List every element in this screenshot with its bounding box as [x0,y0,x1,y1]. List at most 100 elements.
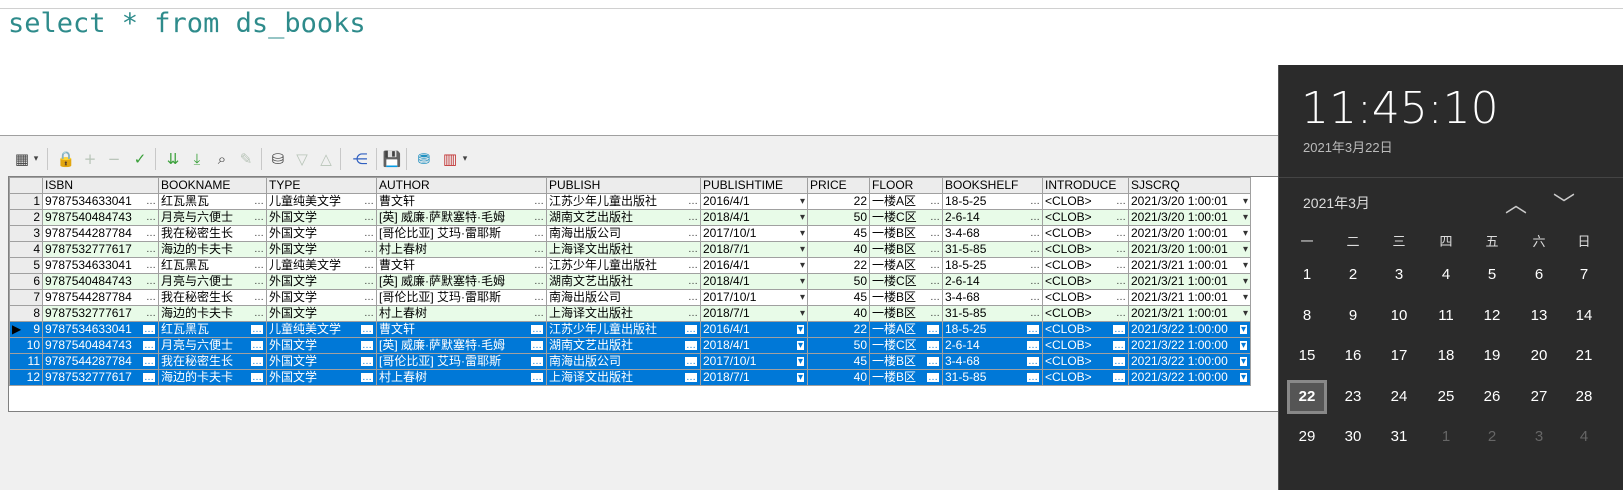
ellipsis-edit-icon[interactable]: … [254,211,264,225]
cell-shelf[interactable]: 18-5-25… [942,193,1043,210]
cell-name[interactable]: 红瓦黑瓦… [158,257,267,274]
cell-intro[interactable]: <CLOB>… [1042,209,1129,226]
ellipsis-edit-icon[interactable]: … [146,195,156,209]
cell-date[interactable]: 2021/3/21 1:00:01 ▾ [1128,273,1251,290]
cell-shelf[interactable]: 31-5-85… [942,369,1043,386]
cell-type[interactable]: 儿童纯美文学… [266,193,377,210]
grid-view-icon[interactable]: ▦ [12,149,32,169]
cell-name[interactable]: 我在秘密生长… [158,225,267,242]
ellipsis-edit-icon[interactable]: … [688,275,698,289]
calendar-day[interactable]: 5 [1472,258,1512,292]
cell-intro[interactable]: <CLOB>… [1042,193,1129,210]
ellipsis-edit-icon[interactable]: … [534,195,544,209]
cell-intro[interactable]: <CLOB>… [1042,337,1129,354]
dropdown-icon[interactable]: ▾ [795,340,805,351]
calendar-day[interactable]: 2 [1472,420,1512,454]
cell-publish[interactable]: 湖南文艺出版社… [546,337,701,354]
cell-floor[interactable]: 一楼A区… [869,257,943,274]
sql-text[interactable]: select * from ds_books [8,8,366,39]
save-icon[interactable]: 💾 [382,149,402,169]
cell-floor[interactable]: 一楼B区… [869,353,943,370]
cell-floor[interactable]: 一楼C区… [869,273,943,290]
ellipsis-edit-icon[interactable]: … [360,324,374,335]
ellipsis-edit-icon[interactable]: … [688,227,698,241]
cell-floor[interactable]: 一楼C区… [869,209,943,226]
ellipsis-edit-icon[interactable]: … [534,227,544,241]
cell-price[interactable]: 40 [807,305,870,322]
dropdown-icon[interactable]: ▾ [1238,356,1248,367]
ellipsis-edit-icon[interactable]: … [146,227,156,241]
cell-publish[interactable]: 湖南文艺出版社… [546,273,701,290]
column-header[interactable]: ISBN [42,177,159,194]
dropdown-icon[interactable]: ▾ [1238,372,1248,383]
calendar-day[interactable]: 26 [1472,380,1512,414]
ellipsis-edit-icon[interactable]: … [1116,307,1126,321]
calendar-day[interactable]: 3 [1379,258,1419,292]
cell-intro[interactable]: <CLOB>… [1042,321,1129,338]
cell-price[interactable]: 22 [807,257,870,274]
ellipsis-edit-icon[interactable]: … [684,356,698,367]
ellipsis-edit-icon[interactable]: … [1026,372,1040,383]
chart-dropdown-icon[interactable]: ▾ [460,149,470,169]
calendar-day[interactable]: 18 [1426,339,1466,373]
cell-name[interactable]: 月亮与六便士… [158,337,267,354]
dropdown-icon[interactable]: ▾ [800,195,805,209]
ellipsis-edit-icon[interactable]: … [364,259,374,273]
cell-shelf[interactable]: 3-4-68… [942,289,1043,306]
calendar-day[interactable]: 2 [1333,258,1373,292]
chevron-down-icon[interactable]: ﹀ [1553,187,1575,219]
cell-intro[interactable]: <CLOB>… [1042,273,1129,290]
calendar-month-title[interactable]: 2021年3月 [1303,193,1370,213]
ellipsis-edit-icon[interactable]: … [930,211,940,225]
ellipsis-edit-icon[interactable]: … [688,211,698,225]
query-by-example-icon[interactable]: ⛁ [268,149,288,169]
calendar-day[interactable]: 23 [1333,380,1373,414]
row-number[interactable]: 5 [9,257,43,274]
grid-view-dropdown-icon[interactable]: ▾ [31,149,41,169]
cell-intro[interactable]: <CLOB>… [1042,289,1129,306]
cell-date[interactable]: 2021/3/22 1:00:00 ▾ [1128,369,1251,386]
cell-author[interactable]: 村上春树… [376,305,547,322]
row-number[interactable]: 3 [9,225,43,242]
row-number[interactable]: 2 [9,209,43,226]
dropdown-icon[interactable]: ▾ [795,324,805,335]
clear-icon[interactable]: ✎ [236,149,256,169]
cell-publish[interactable]: 江苏少年儿童出版社… [546,321,701,338]
cell-shelf[interactable]: 2-6-14… [942,273,1043,290]
calendar-day[interactable]: 3 [1519,420,1559,454]
fetch-last-icon[interactable]: ⤓ [187,149,207,169]
ellipsis-edit-icon[interactable]: … [684,340,698,351]
cell-floor[interactable]: 一楼A区… [869,193,943,210]
cell-author[interactable]: [哥伦比亚] 艾玛·雷耶斯… [376,289,547,306]
cell-type[interactable]: 外国文学… [266,289,377,306]
cell-shelf[interactable]: 2-6-14… [942,337,1043,354]
ellipsis-edit-icon[interactable]: … [926,324,940,335]
cell-date[interactable]: 2021/3/20 1:00:01 ▾ [1128,241,1251,258]
ellipsis-edit-icon[interactable]: … [1112,372,1126,383]
ellipsis-edit-icon[interactable]: … [530,340,544,351]
cell-price[interactable]: 50 [807,209,870,226]
ellipsis-edit-icon[interactable]: … [254,243,264,257]
ellipsis-edit-icon[interactable]: … [930,259,940,273]
dropdown-icon[interactable]: ▾ [795,356,805,367]
dropdown-icon[interactable]: ▾ [1243,211,1248,225]
ellipsis-edit-icon[interactable]: … [250,324,264,335]
column-header[interactable]: PRICE [807,177,870,194]
ellipsis-edit-icon[interactable]: … [254,259,264,273]
cell-type[interactable]: 外国文学… [266,209,377,226]
cell-author[interactable]: [英] 威廉·萨默塞特·毛姆… [376,209,547,226]
ellipsis-edit-icon[interactable]: … [926,356,940,367]
ellipsis-edit-icon[interactable]: … [688,243,698,257]
ellipsis-edit-icon[interactable]: … [1030,227,1040,241]
cell-date[interactable]: 2021/3/21 1:00:01 ▾ [1128,305,1251,322]
clock-date[interactable]: 2021年3月22日 [1303,137,1393,156]
row-number[interactable]: 4 [9,241,43,258]
column-header[interactable]: TYPE [266,177,377,194]
ellipsis-edit-icon[interactable]: … [364,227,374,241]
cell-price[interactable]: 50 [807,273,870,290]
cell-floor[interactable]: 一楼B区… [869,289,943,306]
ellipsis-edit-icon[interactable]: … [250,356,264,367]
ellipsis-edit-icon[interactable]: … [930,307,940,321]
cell-price[interactable]: 40 [807,241,870,258]
cell-price[interactable]: 45 [807,225,870,242]
